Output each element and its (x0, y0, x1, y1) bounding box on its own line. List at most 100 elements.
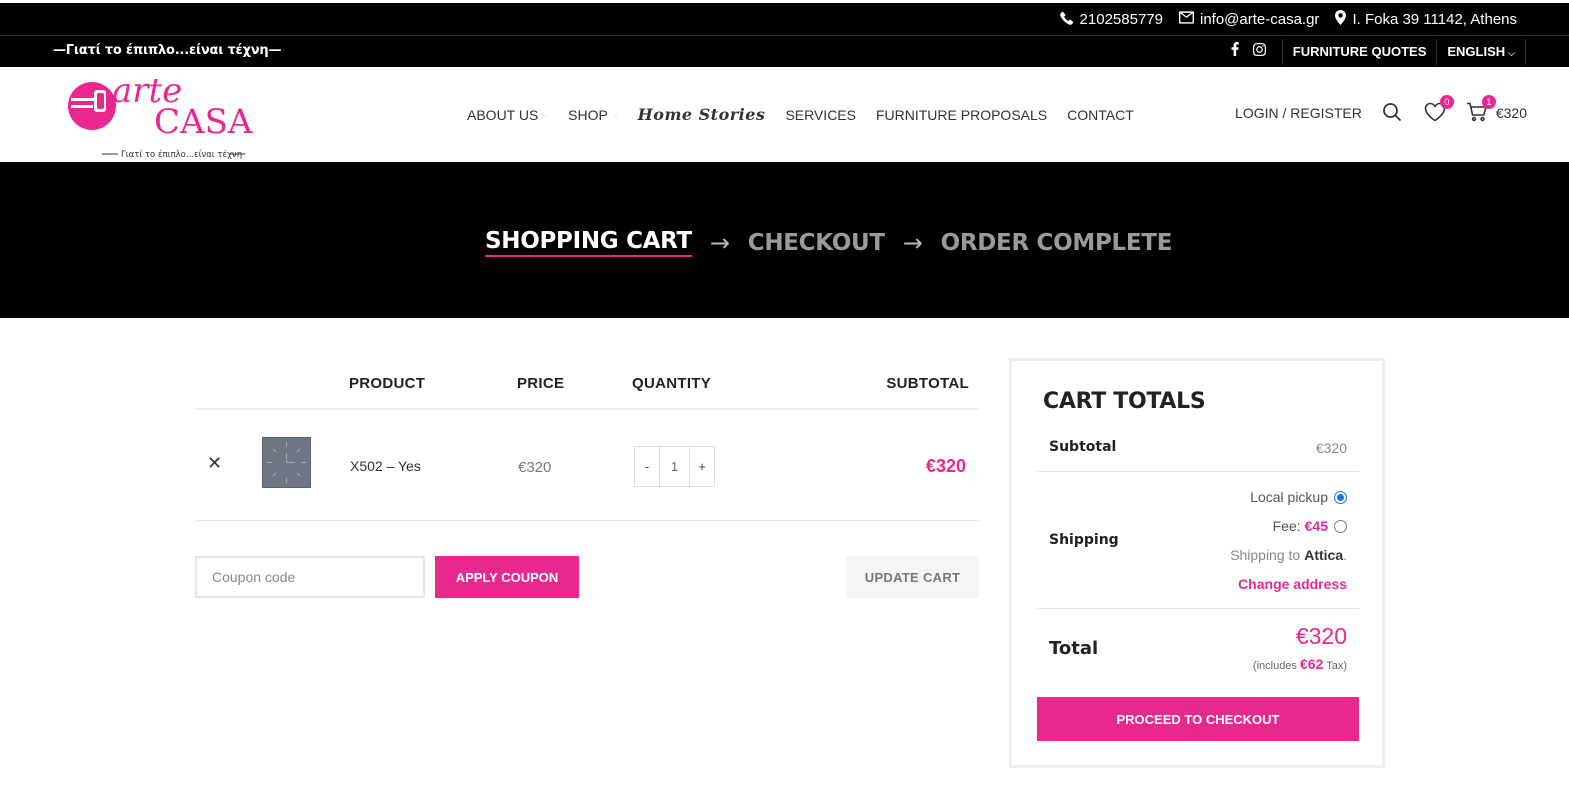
secondary-bar-right: FURNITURE QUOTES ENGLISH ⌵ (1231, 36, 1526, 67)
update-cart-button[interactable]: UPDATE CART (846, 556, 979, 598)
subtotal-value: €320 (1315, 440, 1347, 456)
chevron-down-icon: ⌵ (610, 109, 618, 119)
total-value: €320 (1295, 623, 1347, 649)
fee-radio[interactable] (1334, 519, 1347, 533)
remove-item-close-icon[interactable]: ✕ (207, 453, 222, 474)
email-address: info@arte-casa.gr (1199, 11, 1320, 28)
product-name[interactable]: X502 – Yes (350, 458, 421, 474)
product-thumbnail[interactable] (262, 437, 311, 488)
step-order-complete: ORDER COMPLETE (940, 229, 1173, 256)
main-header: arte CASA Γιατί το έπιπλο...είναι τέχνη … (0, 67, 1569, 162)
instagram-icon[interactable] (1252, 42, 1266, 61)
wishlist-button[interactable]: 0 (1424, 95, 1454, 124)
local-pickup-radio[interactable] (1334, 490, 1347, 504)
cart-actions: APPLY COUPON UPDATE CART (195, 521, 979, 599)
apply-coupon-button[interactable]: APPLY COUPON (435, 556, 579, 598)
logo-slogan: Γιατί το έπιπλο...είναι τέχνη (121, 149, 242, 160)
total-row: Total €320 (includes €62 Tax) (1037, 609, 1359, 684)
envelope-icon (1178, 11, 1194, 28)
step-checkout[interactable]: CHECKOUT (748, 230, 885, 256)
change-address-link[interactable]: Change address (1238, 576, 1347, 592)
cart-button[interactable]: 1 (1466, 95, 1496, 124)
arrow-right-icon: → (902, 228, 923, 257)
nav-home-stories[interactable]: Home Stories (638, 105, 766, 124)
address-contact: I. Foka 39 11142, Athens (1335, 10, 1517, 29)
change-address-label: Change address (1238, 576, 1347, 592)
chevron-down-icon: ⌵ (1508, 47, 1515, 58)
top-contact-bar: 2102585779 info@arte-casa.gr I. Foka 39 … (0, 3, 1569, 35)
step-shopping-cart[interactable]: SHOPPING CART (485, 228, 692, 257)
product-subtotal: €320 (925, 456, 966, 476)
fee-option[interactable]: Fee: €45 (1273, 518, 1347, 534)
phone-icon (1059, 11, 1074, 29)
fee-label: Fee: (1272, 518, 1301, 534)
nav-shop-label: SHOP (568, 106, 608, 123)
site-logo[interactable]: arte CASA Γιατί το έπιπλο...είναι τέχνη (66, 71, 262, 160)
shipping-region: Attica (1304, 547, 1344, 563)
nav-services[interactable]: SERVICES (785, 107, 856, 123)
cart-table-header: PRODUCT PRICE QUANTITY SUBTOTAL (195, 358, 979, 410)
email-contact[interactable]: info@arte-casa.gr (1178, 11, 1320, 28)
arrow-right-icon: → (709, 228, 730, 257)
local-pickup-option[interactable]: Local pickup (1250, 489, 1347, 505)
search-button[interactable] (1382, 102, 1404, 124)
wishlist-count-badge: 0 (1439, 95, 1454, 109)
search-icon (1382, 103, 1401, 122)
quantity-decrease-button[interactable]: - (635, 447, 659, 486)
tagline: —Γιατί το έπιπλο...είναι τέχνη— (53, 43, 282, 58)
tax-value: €62 (1300, 656, 1324, 672)
subtotal-row: Subtotal €320 (1037, 431, 1359, 472)
secondary-bar: —Γιατί το έπιπλο...είναι τέχνη— FURNITUR… (0, 35, 1569, 67)
header-quantity: QUANTITY (632, 375, 712, 392)
checkout-steps: SHOPPING CART → CHECKOUT → ORDER COMPLET… (485, 228, 1172, 257)
chevron-down-icon: ⌵ (541, 109, 549, 119)
cart-item-row: ✕ X502 – Yes €320 - 1 + €320 (195, 410, 979, 521)
login-register-link[interactable]: LOGIN / REGISTER (1235, 105, 1362, 121)
quantity-input[interactable]: 1 (659, 447, 690, 486)
header-price: PRICE (517, 375, 565, 392)
language-label: ENGLISH (1447, 43, 1506, 59)
header-subtotal: SUBTOTAL (886, 375, 969, 392)
product-price: €320 (518, 459, 552, 476)
nav-contact[interactable]: CONTACT (1067, 107, 1134, 123)
shipping-destination: Shipping to Attica. (1230, 547, 1347, 563)
fee-value: €45 (1304, 518, 1328, 534)
furniture-quotes-link[interactable]: FURNITURE QUOTES (1281, 38, 1437, 65)
logo-casa: CASA (154, 102, 253, 142)
proceed-to-checkout-button[interactable]: PROCEED TO CHECKOUT (1037, 697, 1359, 741)
facebook-icon[interactable] (1231, 42, 1239, 61)
subtotal-label: Subtotal (1049, 439, 1117, 455)
quantity-stepper: - 1 + (634, 446, 715, 487)
total-label: Total (1049, 638, 1099, 659)
armchair-logo-icon (68, 82, 116, 130)
shipping-to-text: Shipping to (1230, 547, 1301, 563)
header-actions: LOGIN / REGISTER 0 1 €320 (1235, 95, 1527, 124)
language-selector[interactable]: ENGLISH ⌵ (1436, 38, 1526, 65)
checkout-steps-banner: SHOPPING CART → CHECKOUT → ORDER COMPLET… (0, 162, 1569, 318)
header-product: PRODUCT (349, 375, 426, 392)
shipping-label: Shipping (1049, 532, 1119, 548)
contact-info: 2102585779 info@arte-casa.gr I. Foka 39 … (1059, 10, 1517, 29)
tax-info: (includes €62 Tax) (1253, 656, 1347, 672)
map-marker-icon (1335, 10, 1347, 29)
nav-about-us[interactable]: ABOUT US ⌵ (467, 107, 548, 123)
nav-furniture-proposals[interactable]: FURNITURE PROPOSALS (876, 107, 1047, 123)
shipping-row: Shipping Local pickup Fee: €45 Shipping … (1037, 472, 1359, 609)
header-cart-total[interactable]: €320 (1496, 105, 1527, 121)
quantity-increase-button[interactable]: + (690, 447, 714, 486)
social-links (1231, 42, 1282, 61)
tax-prefix: (includes (1252, 660, 1297, 672)
cart-totals-panel: CART TOTALS Subtotal €320 Shipping Local… (1009, 358, 1385, 768)
cart-totals-title: CART TOTALS (1043, 389, 1206, 414)
local-pickup-label: Local pickup (1250, 489, 1328, 505)
tax-suffix: Tax) (1326, 660, 1347, 672)
nav-about-us-label: ABOUT US (467, 106, 539, 123)
phone-contact[interactable]: 2102585779 (1059, 11, 1163, 29)
main-navigation: ABOUT US ⌵ SHOP ⌵ Home Stories SERVICES FU… (467, 105, 1134, 124)
coupon-code-input[interactable] (195, 556, 425, 598)
nav-shop[interactable]: SHOP ⌵ (568, 107, 618, 123)
cart-table: PRODUCT PRICE QUANTITY SUBTOTAL ✕ X502 –… (195, 358, 979, 599)
cart-count-badge: 1 (1481, 95, 1496, 109)
phone-number: 2102585779 (1079, 11, 1163, 28)
address-text: I. Foka 39 11142, Athens (1352, 11, 1517, 28)
